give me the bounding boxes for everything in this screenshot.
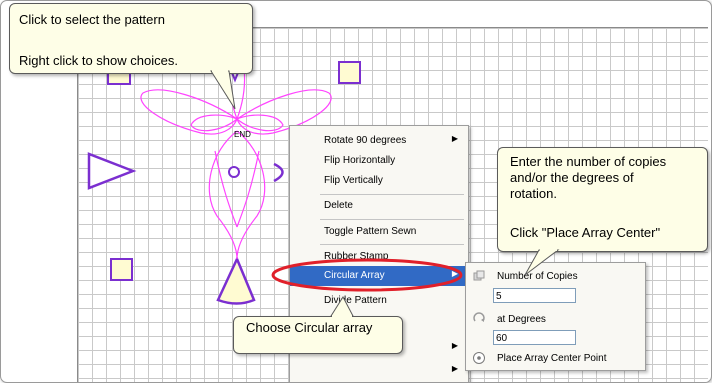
screenshot-frame: END Rotate 90 degrees ▶ Flip Horizontall…	[0, 0, 712, 383]
callout-pointer	[330, 296, 354, 317]
